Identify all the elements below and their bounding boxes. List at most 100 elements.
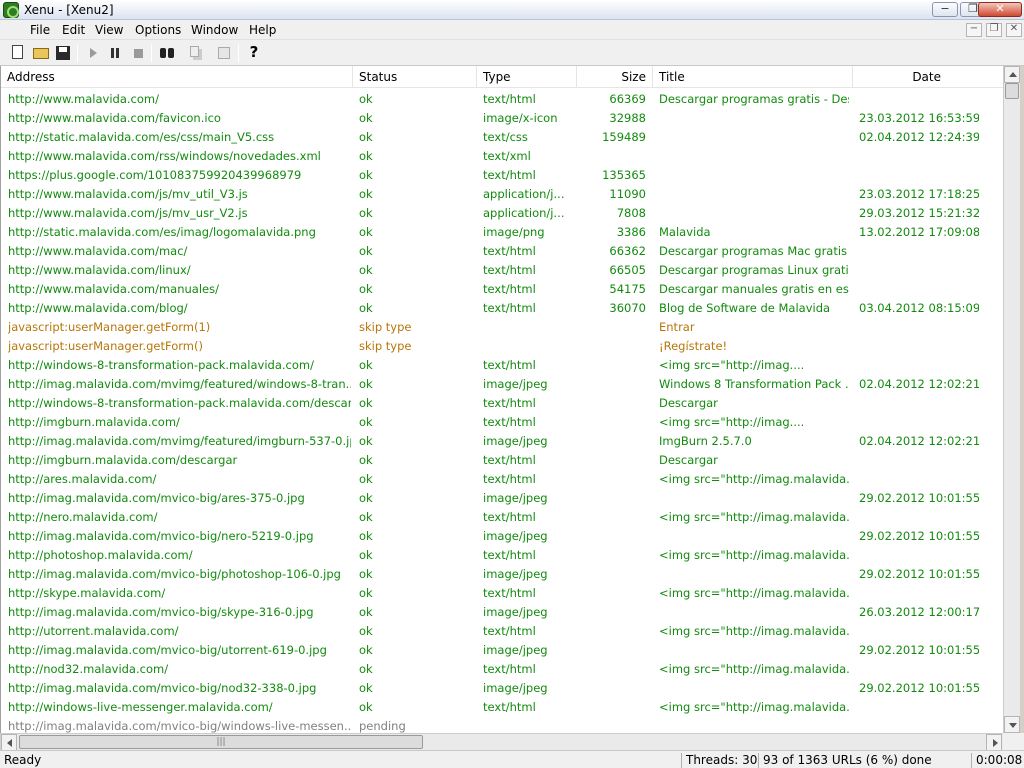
copy-button[interactable]	[186, 43, 206, 63]
column-header-address[interactable]: Address	[1, 66, 353, 88]
cell-status: ok	[359, 700, 373, 714]
table-row[interactable]: http://windows-8-transformation-pack.mal…	[1, 356, 1003, 375]
table-row[interactable]: http://static.malavida.com/es/css/main_V…	[1, 128, 1003, 147]
cell-address: http://www.malavida.com/rss/windows/nove…	[8, 149, 321, 163]
column-header-type[interactable]: Type	[477, 66, 577, 88]
table-row[interactable]: http://www.malavida.com/favicon.ico ok ima…	[1, 109, 1003, 128]
menu-edit[interactable]: Edit	[62, 23, 85, 37]
vertical-scroll-thumb[interactable]	[1005, 83, 1019, 99]
table-row[interactable]: javascript:userManager.getForm() skip typ…	[1, 337, 1003, 356]
table-row[interactable]: http://www.malavida.com/linux/ok text/htm…	[1, 261, 1003, 280]
menu-options[interactable]: Options	[135, 23, 181, 37]
table-row[interactable]: http://www.malavida.com/ok text/html 66369…	[1, 90, 1003, 109]
cell-status: ok	[359, 662, 373, 676]
scroll-left-button[interactable]	[1, 734, 17, 751]
table-row[interactable]: http://imag.malavida.com/mvico-big/utorr…	[1, 641, 1003, 660]
table-row[interactable]: http://imag.malavida.com/mvico-big/photo…	[1, 565, 1003, 584]
table-row[interactable]: javascript:userManager.getForm(1) skip ty…	[1, 318, 1003, 337]
vertical-scrollbar[interactable]	[1003, 66, 1020, 733]
properties-button[interactable]	[214, 43, 234, 63]
table-row[interactable]: http://imag.malavida.com/mvimg/featured/…	[1, 432, 1003, 451]
save-button[interactable]	[53, 43, 73, 63]
table-row[interactable]: http://imag.malavida.com/mvimg/featured/…	[1, 375, 1003, 394]
table-row[interactable]: http://www.malavida.com/mac/ok text/html 6…	[1, 242, 1003, 261]
cell-type: application/j...	[483, 187, 565, 201]
table-row[interactable]: https://plus.google.com/1010837599204399…	[1, 166, 1003, 185]
new-button[interactable]	[8, 43, 28, 63]
column-header-size[interactable]: Size	[577, 66, 653, 88]
cell-status: ok	[359, 491, 373, 505]
table-row[interactable]: http://nero.malavida.com/ok text/html <im…	[1, 508, 1003, 527]
column-header-title[interactable]: Title	[653, 66, 853, 88]
scroll-right-button[interactable]	[986, 734, 1002, 751]
table-row[interactable]: http://photoshop.malavida.com/ok text/htm…	[1, 546, 1003, 565]
table-row[interactable]: http://windows-8-transformation-pack.mal…	[1, 394, 1003, 413]
column-header-date[interactable]: Date	[853, 66, 1003, 88]
table-row[interactable]: http://imag.malavida.com/mvico-big/windo…	[1, 717, 1003, 733]
stop-button[interactable]	[128, 43, 148, 63]
cell-address: http://www.malavida.com/	[8, 92, 159, 106]
table-row[interactable]: http://www.malavida.com/js/mv_usr_V2.js o…	[1, 204, 1003, 223]
table-row[interactable]: http://utorrent.malavida.com/ok text/html…	[1, 622, 1003, 641]
cell-title	[659, 489, 849, 508]
scroll-down-button[interactable]	[1004, 716, 1020, 733]
cell-date: 29.02.2012 10:01:55	[859, 567, 979, 581]
menu-help[interactable]: Help	[249, 23, 276, 37]
cell-address: https://plus.google.com/1010837599204399…	[8, 168, 302, 182]
mdi-minimize-button[interactable]: −	[966, 23, 982, 37]
start-button[interactable]	[83, 43, 103, 63]
cell-date: 23.03.2012 16:53:59	[859, 111, 979, 125]
table-row[interactable]: http://www.malavida.com/rss/windows/nove…	[1, 147, 1003, 166]
cell-date	[859, 584, 979, 603]
table-row[interactable]: http://www.malavida.com/manuales/ok text/…	[1, 280, 1003, 299]
table-row[interactable]: http://skype.malavida.com/ok text/html <i…	[1, 584, 1003, 603]
table-row[interactable]: http://imgburn.malavida.com/ok text/html …	[1, 413, 1003, 432]
cell-title: <img src="http://imag.malavida....	[659, 624, 849, 638]
cell-status: ok	[359, 263, 373, 277]
cell-status: ok	[359, 472, 373, 486]
horizontal-scrollbar[interactable]: |||	[1, 733, 1003, 751]
table-row[interactable]: http://windows-live-messenger.malavida.c…	[1, 698, 1003, 717]
table-row[interactable]: http://www.malavida.com/blog/ok text/html…	[1, 299, 1003, 318]
cell-title: <img src="http://imag....	[659, 358, 805, 372]
cell-type: image/jpeg	[483, 434, 548, 448]
table-row[interactable]: http://imag.malavida.com/mvico-big/nod32…	[1, 679, 1003, 698]
find-button[interactable]	[157, 43, 177, 63]
table-row[interactable]: http://imgburn.malavida.com/descargar ok t…	[1, 451, 1003, 470]
find-binoculars-icon	[160, 48, 166, 58]
table-row[interactable]: http://imag.malavida.com/mvico-big/ares-…	[1, 489, 1003, 508]
table-row[interactable]: http://imag.malavida.com/mvico-big/nero-…	[1, 527, 1003, 546]
url-list[interactable]: Address Status Type Size Title Date http…	[0, 66, 1003, 733]
help-button[interactable]: ?	[244, 43, 264, 63]
column-header-status[interactable]: Status	[353, 66, 477, 88]
pause-button[interactable]	[105, 43, 125, 63]
scroll-up-button[interactable]	[1004, 66, 1020, 83]
cell-title: ¡Regístrate!	[659, 339, 728, 353]
mdi-close-button[interactable]: ✕	[1006, 23, 1022, 37]
cell-status: skip type	[359, 320, 412, 334]
close-button[interactable]: ✕	[978, 2, 1022, 17]
minimize-button[interactable]: −	[932, 2, 958, 17]
cell-address: http://utorrent.malavida.com/	[8, 624, 179, 638]
xenu-app-icon[interactable]	[3, 2, 19, 18]
cell-type: text/html	[483, 472, 536, 486]
cell-address: http://nod32.malavida.com/	[8, 662, 169, 676]
table-row[interactable]: http://www.malavida.com/js/mv_util_V3.js…	[1, 185, 1003, 204]
menu-window[interactable]: Window	[191, 23, 238, 37]
table-row[interactable]: http://imag.malavida.com/mvico-big/skype…	[1, 603, 1003, 622]
cell-title	[659, 185, 849, 204]
cell-type: text/html	[483, 548, 536, 562]
table-row[interactable]: http://static.malavida.com/es/imag/logom…	[1, 223, 1003, 242]
horizontal-scroll-thumb[interactable]: |||	[19, 735, 423, 749]
menu-view[interactable]: View	[95, 23, 123, 37]
cell-status: ok	[359, 187, 373, 201]
cell-type: image/jpeg	[483, 681, 548, 695]
cell-date: 23.03.2012 17:18:25	[859, 187, 979, 201]
table-row[interactable]: http://nod32.malavida.com/ok text/html <i…	[1, 660, 1003, 679]
mdi-restore-button[interactable]: ❐	[986, 23, 1002, 37]
open-button[interactable]	[31, 43, 51, 63]
help-icon: ?	[249, 43, 259, 61]
cell-type: image/jpeg	[483, 605, 548, 619]
table-row[interactable]: http://ares.malavida.com/ok text/html <im…	[1, 470, 1003, 489]
menu-file[interactable]: File	[30, 23, 50, 37]
